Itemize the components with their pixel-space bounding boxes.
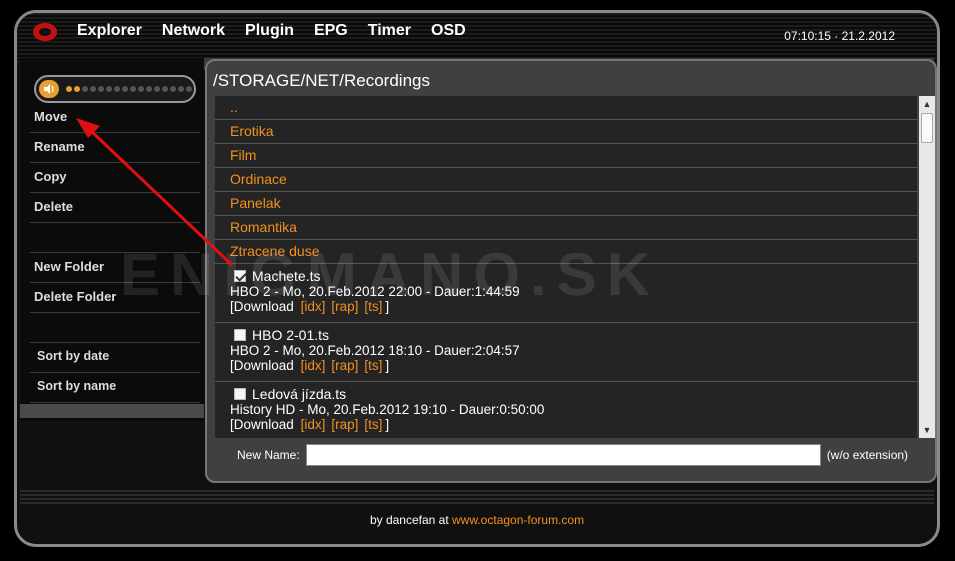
volume-dot xyxy=(82,86,88,92)
sidebar-item-rename[interactable]: Rename xyxy=(30,133,200,163)
clock: 07:10:15 · 21.2.2012 xyxy=(784,29,895,43)
download-links: [Download [idx] [rap] [ts]] xyxy=(230,358,917,373)
volume-control[interactable] xyxy=(34,75,196,103)
footer-by: by dancefan at xyxy=(369,513,449,527)
recording-info: HBO 2 - Mo, 20.Feb.2012 18:10 - Dauer:2:… xyxy=(230,343,520,358)
download-idx-link[interactable]: [idx] xyxy=(301,299,326,314)
speaker-icon[interactable] xyxy=(39,80,59,98)
new-name-label: New Name: xyxy=(237,448,300,462)
recording-info: History HD - Mo, 20.Feb.2012 19:10 - Dau… xyxy=(230,402,545,417)
nav-explorer[interactable]: Explorer xyxy=(77,22,142,40)
volume-dot xyxy=(162,86,168,92)
download-label: [Download xyxy=(230,299,294,314)
arrow-up-icon[interactable]: ▲ xyxy=(919,96,935,112)
volume-dot xyxy=(130,86,136,92)
volume-level[interactable] xyxy=(66,86,192,92)
recording-item: Ledová jízda.ts History HD - Mo, 20.Feb.… xyxy=(215,382,917,438)
footer-strip xyxy=(20,490,934,506)
recording-item: Machete.ts HBO 2 - Mo, 20.Feb.2012 22:00… xyxy=(215,264,917,323)
download-rap-link[interactable]: [rap] xyxy=(331,299,358,314)
folder-item[interactable]: Ordinace xyxy=(215,168,917,192)
sidebar-footer xyxy=(20,404,204,418)
sidebar: Move Rename Copy Delete New Folder Delet… xyxy=(20,58,204,421)
select-checkbox[interactable] xyxy=(234,270,246,282)
download-idx-link[interactable]: [idx] xyxy=(301,417,326,432)
download-idx-link[interactable]: [idx] xyxy=(301,358,326,373)
nav-epg[interactable]: EPG xyxy=(314,22,348,40)
extension-note: (w/o extension) xyxy=(826,448,909,462)
recording-name: Ledová jízda.ts xyxy=(252,386,347,402)
download-label: [Download xyxy=(230,358,294,373)
download-ts-link[interactable]: [ts] xyxy=(364,299,382,314)
folder-item[interactable]: Film xyxy=(215,144,917,168)
volume-dot xyxy=(106,86,112,92)
new-name-row: New Name: (w/o extension) xyxy=(237,444,908,466)
sidebar-item-move[interactable]: Move xyxy=(30,103,200,133)
nav-osd[interactable]: OSD xyxy=(431,22,466,40)
volume-dot xyxy=(90,86,96,92)
download-links: [Download [idx] [rap] [ts]] xyxy=(230,299,917,314)
folder-item[interactable]: Romantika xyxy=(215,216,917,240)
volume-dot xyxy=(138,86,144,92)
volume-dot xyxy=(66,86,72,92)
volume-dot xyxy=(154,86,160,92)
recording-info: HBO 2 - Mo, 20.Feb.2012 22:00 - Dauer:1:… xyxy=(230,284,520,299)
folder-item[interactable]: Ztracene duse xyxy=(215,240,917,264)
nav-network[interactable]: Network xyxy=(162,22,225,40)
volume-dot xyxy=(170,86,176,92)
volume-dot xyxy=(74,86,80,92)
scrollbar-thumb[interactable] xyxy=(921,113,933,143)
recording-name: HBO 2-01.ts xyxy=(252,327,330,343)
footer-link[interactable]: www.octagon-forum.com xyxy=(452,513,584,527)
app-frame: Explorer Network Plugin EPG Timer OSD 07… xyxy=(14,10,940,547)
scrollbar[interactable]: ▲ ▼ xyxy=(919,96,935,438)
download-close: ] xyxy=(385,358,390,373)
volume-dot xyxy=(178,86,184,92)
download-ts-link[interactable]: [ts] xyxy=(364,417,382,432)
download-close: ] xyxy=(385,417,390,432)
download-label: [Download xyxy=(230,417,294,432)
sidebar-item-sort-by-date[interactable]: Sort by date xyxy=(30,343,200,373)
download-ts-link[interactable]: [ts] xyxy=(364,358,382,373)
select-checkbox[interactable] xyxy=(234,329,246,341)
file-list: .. Erotika Film Ordinace Panelak Romanti… xyxy=(215,96,917,438)
volume-dot xyxy=(186,86,192,92)
volume-dot xyxy=(114,86,120,92)
arrow-down-icon[interactable]: ▼ xyxy=(919,422,935,438)
sidebar-spacer xyxy=(30,313,200,343)
volume-dot xyxy=(98,86,104,92)
download-close: ] xyxy=(385,299,390,314)
sidebar-item-sort-by-name[interactable]: Sort by name xyxy=(30,373,200,403)
recording-name: Machete.ts xyxy=(252,268,321,284)
file-browser-panel: /STORAGE/NET/Recordings .. Erotika Film … xyxy=(205,59,937,483)
select-checkbox[interactable] xyxy=(234,388,246,400)
download-links: [Download [idx] [rap] [ts]] xyxy=(230,417,917,432)
footer-credit: by dancefan at www.octagon-forum.com xyxy=(17,513,937,527)
volume-dot xyxy=(122,86,128,92)
sidebar-item-copy[interactable]: Copy xyxy=(30,163,200,193)
folder-item-up[interactable]: .. xyxy=(215,96,917,120)
top-bar: Explorer Network Plugin EPG Timer OSD 07… xyxy=(17,13,937,63)
folder-item[interactable]: Erotika xyxy=(215,120,917,144)
sidebar-spacer xyxy=(30,223,200,253)
octagon-logo-icon[interactable] xyxy=(32,21,58,43)
sidebar-item-delete[interactable]: Delete xyxy=(30,193,200,223)
nav-plugin[interactable]: Plugin xyxy=(245,22,294,40)
download-rap-link[interactable]: [rap] xyxy=(331,358,358,373)
current-path: /STORAGE/NET/Recordings xyxy=(213,71,430,90)
volume-dot xyxy=(146,86,152,92)
sidebar-item-delete-folder[interactable]: Delete Folder xyxy=(30,283,200,313)
new-name-input[interactable] xyxy=(305,444,821,466)
recording-item: HBO 2-01.ts HBO 2 - Mo, 20.Feb.2012 18:1… xyxy=(215,323,917,382)
folder-item[interactable]: Panelak xyxy=(215,192,917,216)
sidebar-item-new-folder[interactable]: New Folder xyxy=(30,253,200,283)
main-nav: Explorer Network Plugin EPG Timer OSD xyxy=(77,22,466,40)
download-rap-link[interactable]: [rap] xyxy=(331,417,358,432)
sidebar-menu: Move Rename Copy Delete New Folder Delet… xyxy=(30,103,200,403)
nav-timer[interactable]: Timer xyxy=(368,22,411,40)
